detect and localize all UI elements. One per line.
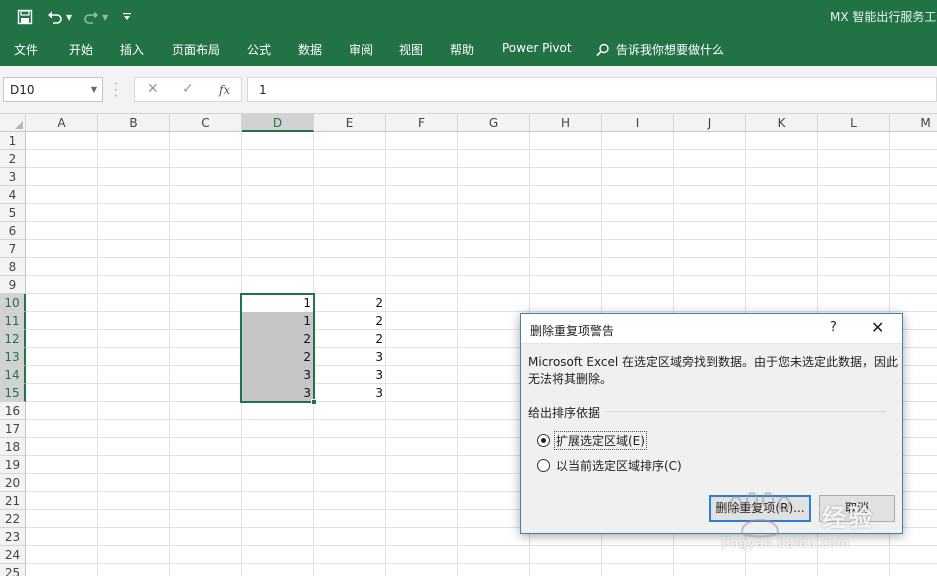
formula-input[interactable]: 1	[247, 77, 937, 102]
column-header-f[interactable]: F	[386, 114, 458, 132]
help-icon[interactable]: ?	[830, 320, 837, 335]
enter-icon[interactable]: ✓	[182, 81, 194, 97]
option-expand-selection[interactable]: 扩展选定区域(E)	[537, 431, 647, 450]
fill-handle[interactable]	[311, 399, 317, 405]
cancel-icon[interactable]: ✕	[147, 81, 159, 97]
undo-icon[interactable]	[44, 6, 66, 28]
column-header-a[interactable]: A	[26, 114, 98, 132]
column-header-d[interactable]: D	[242, 114, 314, 132]
close-icon[interactable]: ✕	[871, 318, 884, 337]
option-expand-label[interactable]: 扩展选定区域(E)	[554, 431, 647, 450]
row-header[interactable]: 5	[0, 204, 26, 222]
chevron-down-icon[interactable]: ▼	[91, 85, 97, 94]
name-box[interactable]: D10 ▼	[3, 77, 103, 102]
tell-me-box[interactable]: 告诉我你想要做什么	[596, 41, 724, 58]
insert-function-icon[interactable]: fx	[219, 83, 230, 97]
cell-e11[interactable]: 2	[314, 312, 386, 330]
radio-selected-icon[interactable]	[537, 434, 550, 447]
tab-page-layout[interactable]: 页面布局	[172, 41, 220, 58]
save-icon[interactable]	[14, 6, 36, 28]
row-header[interactable]: 14	[0, 366, 26, 384]
column-header-e[interactable]: E	[314, 114, 386, 132]
tab-insert[interactable]: 插入	[120, 41, 144, 58]
dialog-title: 删除重复项警告	[530, 324, 615, 338]
row-header[interactable]: 3	[0, 168, 26, 186]
column-header-h[interactable]: H	[530, 114, 602, 132]
row-header[interactable]: 17	[0, 420, 26, 438]
dialog-message: Microsoft Excel 在选定区域旁找到数据。由于您未选定此数据，因此无…	[528, 355, 899, 386]
row-header[interactable]: 7	[0, 240, 26, 258]
quick-access-toolbar: ▼ ▼	[14, 6, 138, 28]
row-header[interactable]: 23	[0, 528, 26, 546]
window-title: MX 智能出行服务工作	[830, 10, 937, 24]
ribbon-tabs: 文件 开始 插入 页面布局 公式 数据 审阅 视图 帮助 Power Pivot…	[0, 34, 937, 66]
row-header[interactable]: 16	[0, 402, 26, 420]
row-header[interactable]: 9	[0, 276, 26, 294]
tab-file[interactable]: 文件	[14, 41, 38, 58]
row-header[interactable]: 4	[0, 186, 26, 204]
dialog-title-bar[interactable]: 删除重复项警告 ? ✕	[521, 314, 902, 344]
column-header-k[interactable]: K	[746, 114, 818, 132]
remove-duplicates-warning-dialog: 删除重复项警告 ? ✕ Microsoft Excel 在选定区域旁找到数据。由…	[520, 313, 903, 534]
cancel-button[interactable]: 取消	[819, 495, 895, 522]
row-header[interactable]: 11	[0, 312, 26, 330]
column-header-l[interactable]: L	[818, 114, 890, 132]
column-header-g[interactable]: G	[458, 114, 530, 132]
cell-e14[interactable]: 3	[314, 366, 386, 384]
row-header[interactable]: 24	[0, 546, 26, 564]
row-header[interactable]: 22	[0, 510, 26, 528]
column-header-j[interactable]: J	[674, 114, 746, 132]
customize-icon[interactable]	[116, 6, 138, 28]
remove-duplicates-button[interactable]: 删除重复项(R)...	[709, 495, 811, 522]
group-label: 给出排序依据	[528, 404, 607, 421]
group-divider	[606, 411, 886, 412]
name-box-value: D10	[10, 83, 35, 97]
splitter-handle[interactable]: · · ·	[114, 78, 118, 102]
cell-e13[interactable]: 3	[314, 348, 386, 366]
tab-formulas[interactable]: 公式	[247, 41, 271, 58]
tab-view[interactable]: 视图	[399, 41, 423, 58]
redo-dropdown-icon[interactable]: ▼	[102, 13, 108, 22]
row-header[interactable]: 12	[0, 330, 26, 348]
row-header[interactable]: 13	[0, 348, 26, 366]
cell-e12[interactable]: 2	[314, 330, 386, 348]
tab-review[interactable]: 审阅	[349, 41, 373, 58]
column-header-c[interactable]: C	[170, 114, 242, 132]
cell-e15[interactable]: 3	[314, 384, 386, 402]
row-header[interactable]: 21	[0, 492, 26, 510]
tab-help[interactable]: 帮助	[450, 41, 474, 58]
column-header-i[interactable]: I	[602, 114, 674, 132]
redo-icon[interactable]	[80, 6, 102, 28]
row-header[interactable]: 20	[0, 474, 26, 492]
title-bar: ▼ ▼ MX 智能出行服务工作	[0, 0, 937, 34]
undo-dropdown-icon[interactable]: ▼	[66, 13, 72, 22]
selection-border	[240, 293, 315, 403]
tab-power-pivot[interactable]: Power Pivot	[502, 41, 572, 55]
search-icon	[596, 43, 609, 56]
tab-data[interactable]: 数据	[298, 41, 322, 58]
row-header[interactable]: 18	[0, 438, 26, 456]
formula-bar: D10 ▼ · · · ✕ ✓ fx 1	[0, 66, 937, 114]
row-header[interactable]: 15	[0, 384, 26, 402]
column-header-m[interactable]: M	[890, 114, 937, 132]
cell-e10[interactable]: 2	[314, 294, 386, 312]
row-header[interactable]: 25	[0, 564, 26, 576]
row-header[interactable]: 6	[0, 222, 26, 240]
row-header[interactable]: 1	[0, 132, 26, 150]
row-header[interactable]: 19	[0, 456, 26, 474]
option-current-label[interactable]: 以当前选定区域排序(C)	[554, 456, 684, 475]
option-current-selection[interactable]: 以当前选定区域排序(C)	[537, 456, 684, 475]
radio-unselected-icon[interactable]	[537, 459, 550, 472]
formula-buttons: ✕ ✓ fx	[134, 77, 242, 102]
row-header[interactable]: 8	[0, 258, 26, 276]
select-all-corner[interactable]	[0, 114, 26, 132]
tell-me-label: 告诉我你想要做什么	[616, 43, 725, 57]
excel-window: ▼ ▼ MX 智能出行服务工作 文件 开始 插入 页面布局 公式 数据 审阅 视…	[0, 0, 937, 576]
column-header-b[interactable]: B	[98, 114, 170, 132]
tab-home[interactable]: 开始	[69, 41, 93, 58]
row-header[interactable]: 2	[0, 150, 26, 168]
row-header[interactable]: 10	[0, 294, 26, 312]
